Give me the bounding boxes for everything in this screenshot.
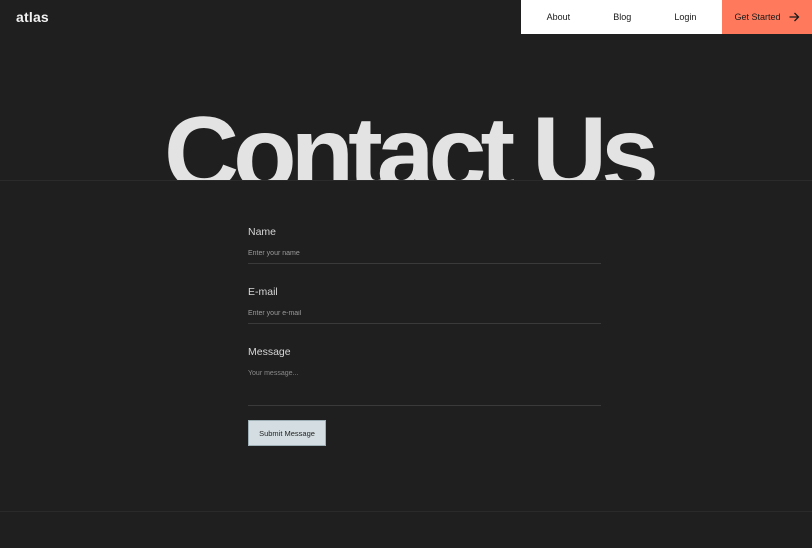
top-nav: About Blog Login Get Started — [521, 0, 812, 34]
footer-divider — [0, 511, 812, 512]
nav-links: About Blog Login — [521, 0, 722, 34]
nav-link-about[interactable]: About — [547, 12, 571, 22]
email-field-group: E-mail — [248, 286, 601, 324]
get-started-button[interactable]: Get Started — [722, 0, 812, 34]
contact-form: Name E-mail Message Submit Message — [248, 226, 601, 446]
nav-link-blog[interactable]: Blog — [613, 12, 631, 22]
message-field-group: Message — [248, 346, 601, 406]
hero-divider — [0, 180, 812, 181]
email-input[interactable] — [248, 310, 601, 324]
submit-message-button[interactable]: Submit Message — [248, 420, 326, 446]
message-textarea[interactable] — [248, 370, 601, 406]
page-title: Contact Us — [164, 100, 659, 180]
email-label: E-mail — [248, 286, 278, 298]
name-label: Name — [248, 226, 277, 238]
name-field-group: Name — [248, 226, 601, 264]
hero: Contact Us — [0, 100, 812, 180]
arrow-right-icon — [789, 12, 800, 22]
contact-page: atlas About Blog Login Get Started Conta… — [0, 0, 812, 548]
get-started-label: Get Started — [734, 12, 781, 22]
name-input[interactable] — [248, 250, 601, 264]
nav-link-login[interactable]: Login — [674, 12, 696, 22]
atlas-logo[interactable]: atlas — [16, 9, 49, 25]
message-label: Message — [248, 346, 291, 358]
